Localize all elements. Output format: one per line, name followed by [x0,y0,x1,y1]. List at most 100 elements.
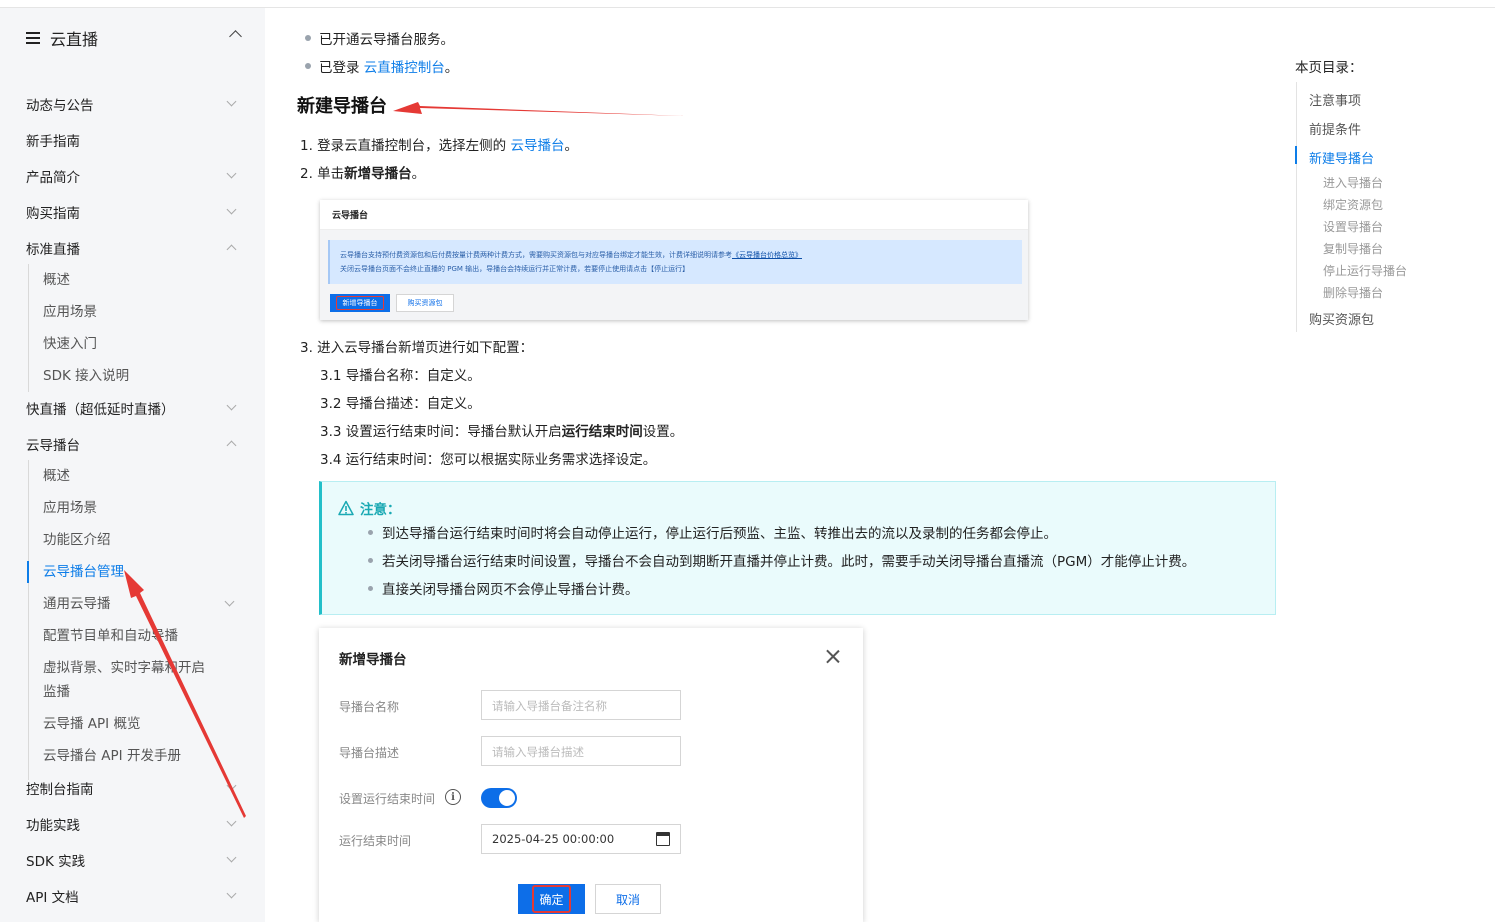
chevron-down-icon [226,96,237,107]
step-bold: 新增导播台 [344,166,412,182]
console-link[interactable]: 云直播控制台 [364,56,445,76]
note-title: 注意： [360,502,401,518]
step-text: 2. 单击 [300,166,345,182]
toc-sub-copy[interactable]: 复制导播台 [1323,240,1383,257]
sidebar-title: 云直播 [50,30,99,49]
mini-notice-link: 《云导播台价格总览》 [732,251,802,259]
toc-line [1296,82,1297,332]
substep-4: 3.4 运行结束时间：您可以根据实际业务需求选择设定。 [320,452,657,468]
sidebar-item-director[interactable]: 云导播台 [26,432,241,456]
sidebar-sub-quickstart[interactable]: 快速入门 [43,332,243,356]
sidebar: 云直播 动态与公告 新手指南 产品简介 购买指南 标准直播 概述 应用场景 快速… [0,8,265,922]
sidebar-item-guide[interactable]: 新手指南 [26,128,241,152]
main-content: 已开通云导播台服务。 已登录 云直播控制台。 新建导播台 1. 登录云直播控制台… [265,8,1285,922]
note-item: 到达导播台运行结束时间时将会自动停止运行，停止运行后预监、主监、转推出去的流以及… [368,522,1057,542]
mini-notice-line2: 关闭云导播台页面不会终止直播的 PGM 输出，导播台会持续运行并正常计费，若要停… [340,265,690,273]
step-1: 1. 登录云直播控制台，选择左侧的 云导播台。 [300,134,578,154]
endtime-label: 运行结束时间 [339,834,412,848]
endtime-value: 2025-04-25 00:00:00 [492,832,615,846]
sidebar-item-label: 控制台指南 [26,782,94,798]
sidebar-item-intro[interactable]: 产品简介 [26,164,241,188]
calendar-icon [656,832,670,846]
note-box: 注意： 到达导播台运行结束时间时将会自动停止运行，停止运行后预监、主监、转推出去… [319,481,1276,615]
chevron-down-icon [226,888,237,899]
confirm-button[interactable]: 确定 [518,884,585,914]
sidebar-item-console[interactable]: 控制台指南 [26,776,241,800]
sidebar-item-label: 快直播（超低延时直播） [26,402,175,418]
sidebar-sub-director-general[interactable]: 通用云导播 [43,592,243,616]
mini-notice: 云导播台支持预付费资源包和后付费按量计费两种计费方式，需要购买资源包与对应导播台… [328,240,1022,284]
desc-input[interactable]: 请输入导播台描述 [481,736,681,766]
note-item: 直接关闭导播台网页不会停止导播台计费。 [368,578,639,598]
toc-item-notes[interactable]: 注意事项 [1309,90,1361,109]
sidebar-header[interactable]: 云直播 [26,26,246,50]
chevron-down-icon [226,204,237,215]
section-title: 新建导播台 [297,96,387,117]
close-icon[interactable] [825,649,841,665]
sidebar-sub-sdk[interactable]: SDK 接入说明 [43,364,243,388]
sidebar-item-standard-live[interactable]: 标准直播 [26,236,241,260]
step-text: 1. 登录云直播控制台，选择左侧的 [300,138,507,154]
toc-sub-settings[interactable]: 设置导播台 [1323,218,1383,235]
sidebar-item-news[interactable]: 动态与公告 [26,92,241,116]
sidebar-item-api-docs[interactable]: API 文档 [26,884,241,908]
chevron-down-icon [226,780,237,791]
sidebar-sub-director-virtual[interactable]: 虚拟背景、实时字幕和开启 [43,656,243,680]
sidebar-sub-director-api[interactable]: 云导播 API 概览 [43,712,243,736]
sidebar-sub-label: 通用云导播 [43,596,111,612]
bullet-dot [305,35,311,41]
sub-tree-line [28,460,29,780]
toc-item-prereq[interactable]: 前提条件 [1309,119,1361,138]
note-text: 到达导播台运行结束时间时将会自动停止运行，停止运行后预监、主监、转推出去的流以及… [382,526,1057,542]
sidebar-item-fast-live[interactable]: 快直播（超低延时直播） [26,396,241,420]
top-border [0,0,1495,8]
toc-sub-delete[interactable]: 删除导播台 [1323,284,1383,301]
toc-item-create[interactable]: 新建导播台 [1309,148,1374,167]
warning-icon [338,500,354,516]
sidebar-sub-director-program[interactable]: 配置节目单和自动导播 [43,624,243,648]
toc-item-buy[interactable]: 购买资源包 [1309,309,1374,328]
chevron-up-icon [226,440,237,451]
mini-notice-line1: 云导播台支持预付费资源包和后付费按量计费两种计费方式，需要购买资源包与对应导播台… [340,248,1012,262]
sidebar-item-practice[interactable]: 功能实践 [26,812,241,836]
sidebar-sub-director-scenarios[interactable]: 应用场景 [43,496,243,520]
note-item: 若关闭导播台运行结束时间设置，导播台不会自动到期断开直播并停止计费。此时，需要手… [368,550,1195,570]
cancel-button[interactable]: 取消 [595,884,661,914]
substep-text: 3.3 设置运行结束时间：导播台默认开启 [320,424,562,440]
prereq-item: 已开通云导播台服务。 [305,28,454,48]
sidebar-sub-director-overview[interactable]: 概述 [43,464,243,488]
sidebar-sub-overview[interactable]: 概述 [43,268,243,292]
sidebar-sub-director-api-manual[interactable]: 云导播台 API 开发手册 [43,744,243,768]
sidebar-item-label: 购买指南 [26,206,80,222]
name-input[interactable]: 请输入导播台备注名称 [481,690,681,720]
active-indicator [27,561,29,583]
chevron-down-icon [224,596,235,607]
highlight-box [532,885,571,913]
create-director-dialog: 新增导播台 导播台名称 请输入导播台备注名称 导播台描述 请输入导播台描述 设置… [319,628,863,922]
endtime-datepicker[interactable]: 2025-04-25 00:00:00 [481,824,681,854]
toc-title: 本页目录： [1295,60,1363,76]
toc-sub-enter[interactable]: 进入导播台 [1323,174,1383,191]
sidebar-item-label: 新手指南 [26,134,80,150]
substep-text-suffix: 设置。 [642,424,684,440]
chevron-down-icon [226,400,237,411]
sidebar-sub-director-manage[interactable]: 云导播台管理 [43,560,243,584]
collapse-icon[interactable] [229,30,242,43]
sidebar-sub-director-virtual-cont[interactable]: 监播 [43,680,243,704]
prereq-text-suffix: 。 [444,60,459,76]
sidebar-item-purchase[interactable]: 购买指南 [26,200,241,224]
toc-sub-bind[interactable]: 绑定资源包 [1323,196,1383,213]
sidebar-item-sdk-practice[interactable]: SDK 实践 [26,848,241,872]
note-header: 注意： [338,498,401,518]
toc-sub-stop[interactable]: 停止运行导播台 [1323,262,1407,279]
director-link[interactable]: 云导播台 [510,138,564,154]
endtime-toggle[interactable] [481,788,517,808]
sub-tree-line [28,264,29,392]
sidebar-sub-director-areas[interactable]: 功能区介绍 [43,528,243,552]
dialog-title: 新增导播台 [339,652,407,668]
info-icon[interactable]: i [445,789,461,805]
sidebar-sub-scenarios[interactable]: 应用场景 [43,300,243,324]
bullet-dot [368,557,373,563]
toggle-knob [499,790,515,806]
bullet-dot [368,529,373,535]
